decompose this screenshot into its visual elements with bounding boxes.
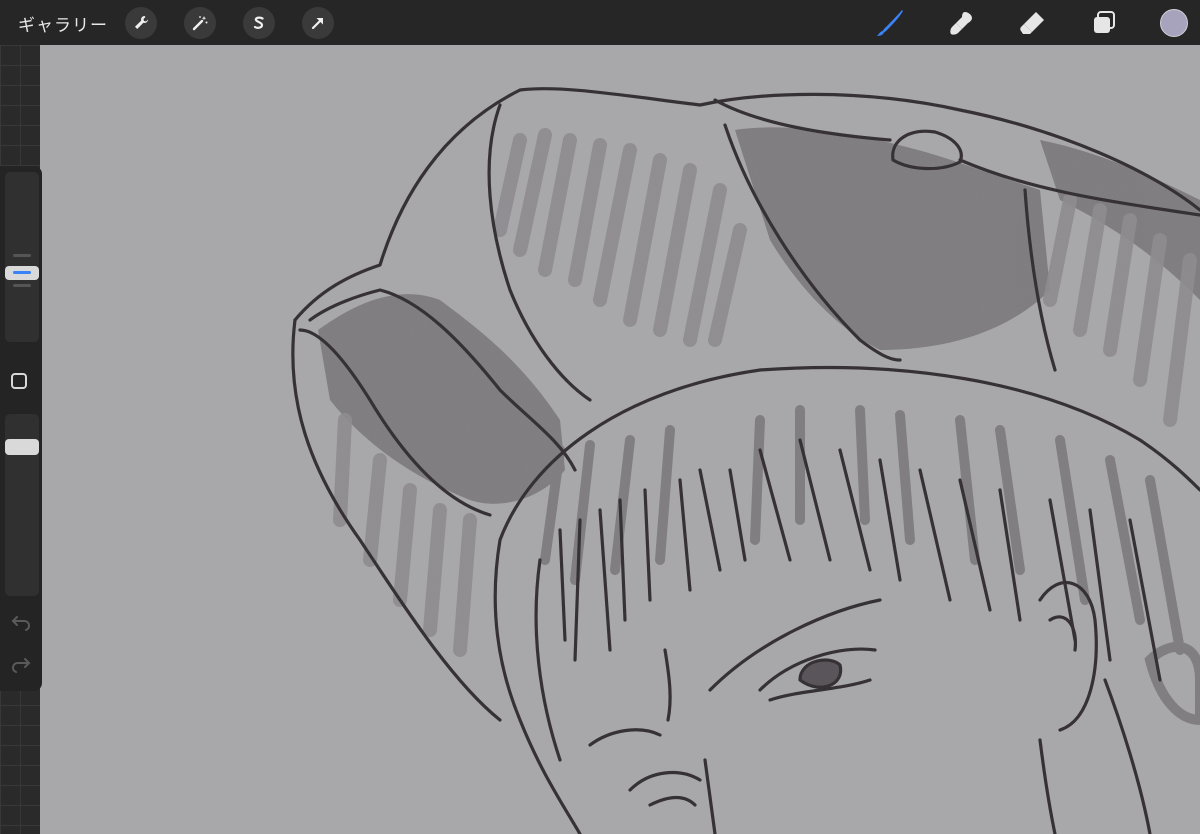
eraser-icon bbox=[1020, 12, 1044, 34]
modify-square-icon[interactable] bbox=[11, 373, 27, 389]
selection-button[interactable] bbox=[243, 7, 275, 39]
brush-tool-button[interactable] bbox=[873, 6, 907, 40]
adjustments-button[interactable] bbox=[184, 7, 216, 39]
undo-button[interactable] bbox=[11, 614, 31, 636]
selection-s-icon bbox=[253, 16, 264, 29]
opacity-thumb[interactable] bbox=[5, 438, 39, 455]
arrow-cursor-icon bbox=[311, 18, 323, 30]
wrench-icon bbox=[135, 16, 148, 29]
slider-tick bbox=[13, 284, 31, 287]
sketch-artwork bbox=[40, 45, 1200, 834]
undo-icon bbox=[11, 616, 31, 631]
brush-size-slider[interactable] bbox=[5, 172, 39, 342]
slider-tick bbox=[13, 254, 31, 257]
smudge-tool-button[interactable] bbox=[945, 6, 979, 40]
gallery-button[interactable]: ギャラリー bbox=[18, 11, 108, 36]
layers-button[interactable] bbox=[1087, 6, 1121, 40]
eraser-tool-button[interactable] bbox=[1016, 6, 1050, 40]
slider-accent bbox=[13, 270, 31, 274]
color-swatch-button[interactable] bbox=[1160, 9, 1188, 37]
redo-icon bbox=[11, 658, 31, 673]
magic-wand-icon bbox=[192, 16, 208, 31]
smudge-icon bbox=[950, 12, 972, 35]
actions-button[interactable] bbox=[125, 7, 157, 39]
brush-icon bbox=[877, 10, 903, 36]
redo-button[interactable] bbox=[11, 656, 31, 678]
layers-icon bbox=[1094, 11, 1115, 33]
left-sidebar bbox=[0, 166, 42, 691]
top-toolbar: ギャラリー bbox=[0, 0, 1200, 45]
brush-size-thumb[interactable] bbox=[5, 265, 39, 280]
opacity-slider[interactable] bbox=[5, 414, 39, 596]
transform-button[interactable] bbox=[302, 7, 334, 39]
drawing-canvas[interactable] bbox=[40, 45, 1200, 834]
